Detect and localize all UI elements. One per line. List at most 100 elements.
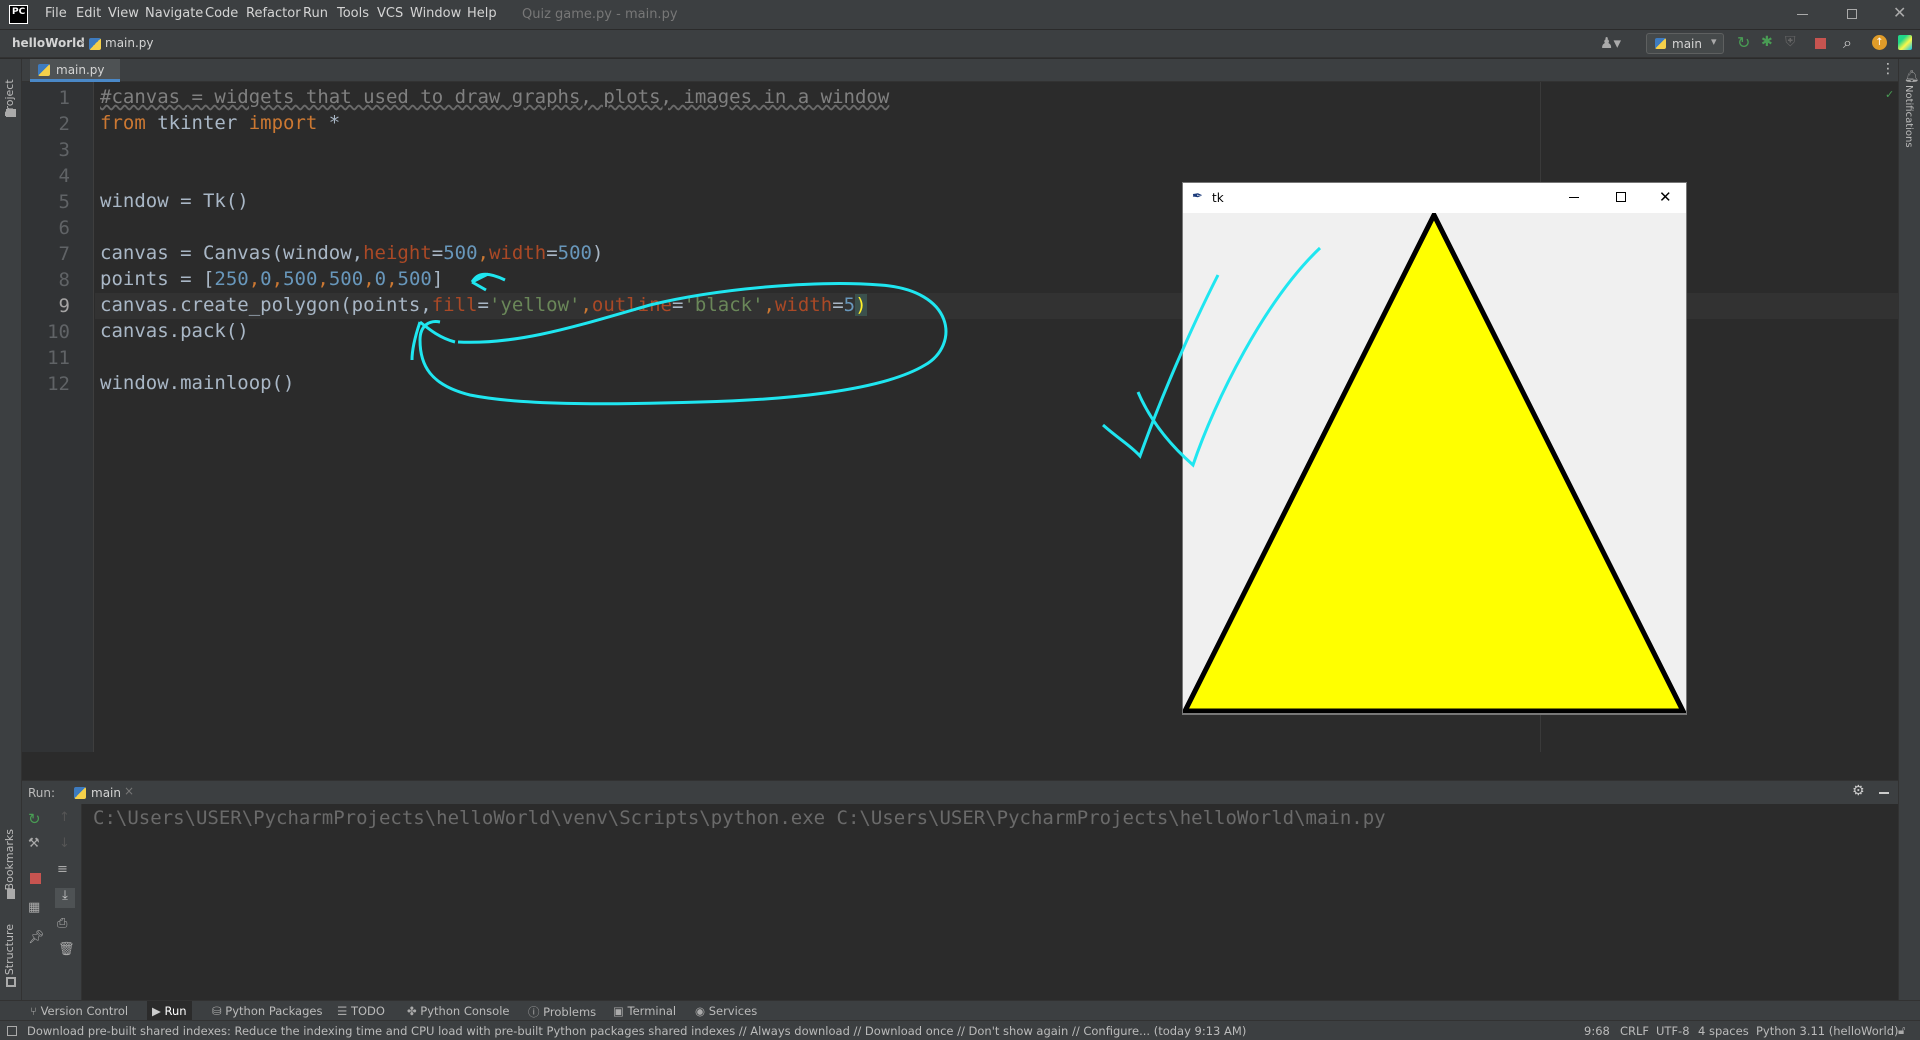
stop-icon[interactable] <box>1815 38 1826 49</box>
code-operator: = <box>672 294 684 316</box>
python-interpreter[interactable]: Python 3.11 (helloWorld) <box>1756 1024 1899 1038</box>
tab-label: Terminal <box>627 1004 677 1018</box>
pin-icon[interactable]: 📌︎ <box>28 930 45 945</box>
run-config-label: main <box>1672 37 1702 51</box>
jetbrains-icon[interactable] <box>1898 35 1912 50</box>
navigation-bar: helloWorld › main.py ♟▾ main ▾ ↻ ✱ ⛨ ⌕ ↑ <box>0 29 1920 58</box>
status-message-icon <box>7 1026 17 1036</box>
param-height: height <box>363 242 432 264</box>
editor-tab-main[interactable]: main.py <box>30 59 120 82</box>
string-literal: 'black' <box>683 294 764 316</box>
hide-panel-icon[interactable] <box>1879 792 1889 794</box>
scroll-up-icon[interactable]: ↑ <box>59 810 70 825</box>
editor-tab-bar: main.py ⋮ <box>22 59 1898 82</box>
run-output-area[interactable]: C:\Users\USER\PycharmProjects\helloWorld… <box>82 804 1898 1000</box>
menu-refactor[interactable]: Refactor <box>246 6 301 21</box>
bookmarks-tool-label: Bookmarks <box>3 829 16 891</box>
tab-problems[interactable]: ⓘ Problems <box>528 1004 596 1020</box>
editor-tab-label: main.py <box>56 63 105 77</box>
number-literal: 500 <box>443 242 478 264</box>
menu-help[interactable]: Help <box>467 6 497 21</box>
close-window-icon[interactable]: ✕ <box>1893 3 1906 22</box>
trash-icon[interactable]: 🗑︎ <box>58 942 75 957</box>
code-comma: , <box>763 294 775 316</box>
close-tab-icon[interactable]: × <box>124 784 134 798</box>
line-number: 6 <box>58 217 70 239</box>
notifications-tool-button[interactable]: Notifications <box>1903 85 1914 148</box>
user-icon[interactable]: ♟▾ <box>1600 34 1621 52</box>
menu-view[interactable]: View <box>108 6 139 21</box>
tab-version-control[interactable]: ⑂ Version Control <box>30 1004 128 1018</box>
rerun-icon[interactable]: ↻ <box>1737 33 1750 52</box>
breadcrumb-file[interactable]: main.py <box>105 36 154 50</box>
number-literal: 0 <box>260 268 272 290</box>
caret-position[interactable]: 9:68 <box>1584 1024 1610 1038</box>
restore-icon[interactable] <box>1847 9 1857 19</box>
bookmarks-tool-button[interactable]: Bookmarks <box>3 829 16 890</box>
tk-canvas <box>1183 213 1686 714</box>
tab-todo[interactable]: ☰ TODO <box>337 1004 385 1018</box>
code-line-2: from tkinter import * <box>100 112 340 134</box>
coverage-icon[interactable]: ⛨ <box>1785 34 1796 50</box>
tab-run[interactable]: ▶ Run <box>147 1001 192 1021</box>
gear-icon[interactable]: ⚙ <box>1852 783 1865 799</box>
layout-icon[interactable]: ▦ <box>28 900 40 915</box>
lock-icon[interactable]: 🔓︎ <box>1898 1023 1905 1038</box>
tab-services[interactable]: ◉ Services <box>695 1004 757 1018</box>
number-literal: 5 <box>843 294 856 316</box>
menu-vcs[interactable]: VCS <box>377 6 403 21</box>
minimize-icon[interactable] <box>1569 197 1579 198</box>
scroll-to-end-icon[interactable]: ⤓ <box>55 888 75 908</box>
terminal-icon: ▣ <box>613 1004 624 1018</box>
tk-title-bar[interactable]: ✒ tk ✕ <box>1183 183 1686 213</box>
structure-tool-button[interactable]: Structure <box>3 924 16 975</box>
wrench-icon[interactable]: ⚒ <box>28 836 40 851</box>
maximize-icon[interactable] <box>1616 192 1626 202</box>
code-comma: , <box>477 242 489 264</box>
line-number: 1 <box>58 87 70 109</box>
code-line-8: points = [250,0,500,500,0,500] <box>100 268 443 290</box>
number-literal: 500 <box>557 242 592 264</box>
line-number: 12 <box>47 373 70 395</box>
window-title: Quiz game.py - main.py <box>522 7 678 22</box>
status-bar: Download pre-built shared indexes: Reduc… <box>0 1020 1920 1040</box>
scroll-down-icon[interactable]: ↓ <box>59 836 70 851</box>
code-line-5: window = Tk() <box>100 190 249 212</box>
more-options-icon[interactable]: ⋮ <box>1881 61 1895 77</box>
status-message[interactable]: Download pre-built shared indexes: Reduc… <box>27 1024 1246 1038</box>
line-separator[interactable]: CRLF <box>1620 1024 1649 1038</box>
breadcrumb-project[interactable]: helloWorld <box>12 36 85 50</box>
line-number: 2 <box>58 113 70 135</box>
menu-edit[interactable]: Edit <box>76 6 101 21</box>
run-tab-main[interactable]: main <box>91 786 121 800</box>
menu-window[interactable]: Window <box>410 6 461 21</box>
update-icon[interactable]: ↑ <box>1872 35 1887 50</box>
search-icon[interactable]: ⌕ <box>1843 33 1852 53</box>
menu-navigate[interactable]: Navigate <box>145 6 203 21</box>
tab-terminal[interactable]: ▣ Terminal <box>613 1004 676 1018</box>
menu-tools[interactable]: Tools <box>337 6 369 21</box>
menu-run[interactable]: Run <box>303 6 328 21</box>
python-file-icon <box>89 38 101 50</box>
line-number-gutter: 1 2 3 4 5 6 7 8 9 10 11 12 <box>22 82 94 752</box>
tab-python-packages[interactable]: ⛁ Python Packages <box>212 1004 322 1018</box>
notifications-icon[interactable]: 🔔︎ <box>1904 69 1919 83</box>
file-encoding[interactable]: UTF-8 <box>1656 1024 1690 1038</box>
soft-wrap-icon[interactable]: ≡ <box>57 862 68 877</box>
run-config-selector[interactable]: main ▾ <box>1646 33 1724 54</box>
indent-setting[interactable]: 4 spaces <box>1698 1024 1749 1038</box>
python-config-icon <box>1655 38 1666 49</box>
print-icon[interactable]: ⎙ <box>57 916 67 931</box>
debug-icon[interactable]: ✱ <box>1761 34 1773 50</box>
stop-icon[interactable] <box>30 873 41 884</box>
minimize-icon[interactable] <box>1797 14 1808 15</box>
tab-python-console[interactable]: ✤ Python Console <box>407 1004 509 1018</box>
number-literal: 500 <box>397 268 432 290</box>
line-number: 10 <box>47 321 70 343</box>
menu-code[interactable]: Code <box>205 6 238 21</box>
tk-window[interactable]: ✒ tk ✕ <box>1182 182 1687 715</box>
rerun-icon[interactable]: ↻ <box>28 810 41 828</box>
close-icon[interactable]: ✕ <box>1659 188 1672 206</box>
line-number: 5 <box>58 191 70 213</box>
menu-file[interactable]: File <box>45 6 67 21</box>
